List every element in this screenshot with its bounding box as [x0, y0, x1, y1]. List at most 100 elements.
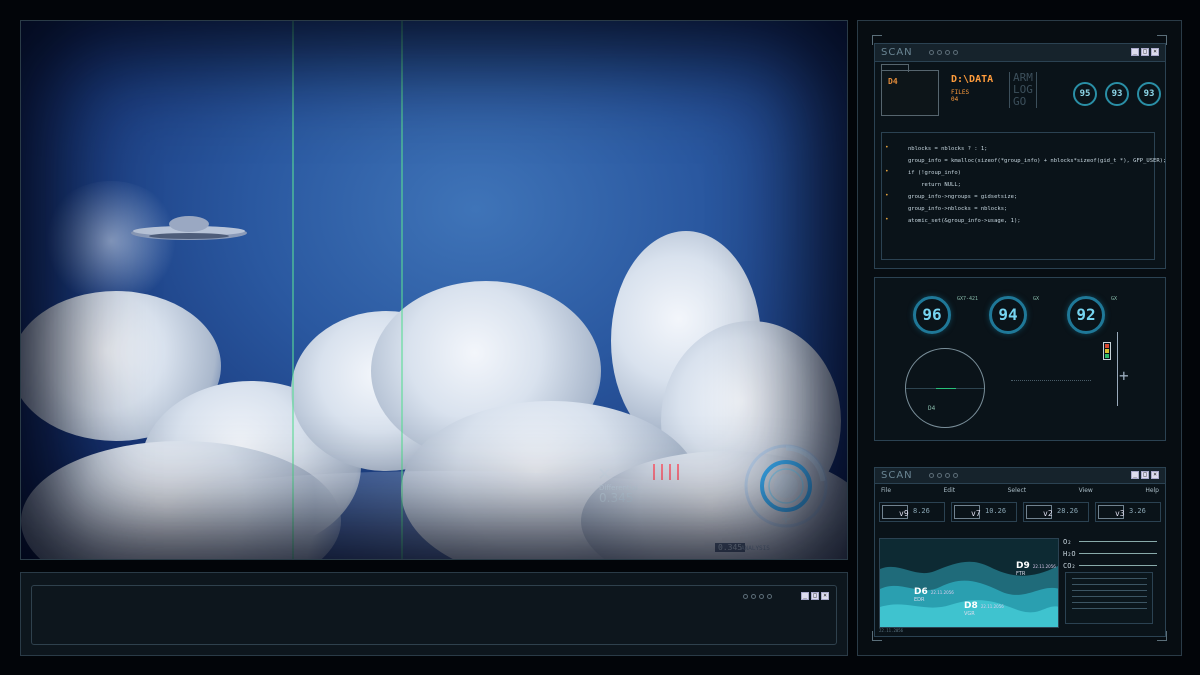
battery-icon — [1103, 342, 1111, 360]
tile-value: 28.26 — [1057, 507, 1079, 515]
close-icon[interactable]: × — [1151, 48, 1159, 56]
stack-item[interactable]: GO — [1013, 96, 1033, 108]
tile-id: v3 — [1115, 509, 1125, 518]
gutter-marker: • — [885, 192, 889, 199]
area-graph: D9 22.11.2056 FTR D6 22.11.2056 EDR D8 22.… — [879, 538, 1059, 628]
menu-help[interactable]: Help — [1145, 487, 1159, 494]
event-marker[interactable]: D6 22.11.2056 EDR — [914, 587, 954, 603]
gauge-label: GX7-421 — [957, 296, 979, 302]
gutter-marker: • — [885, 216, 889, 223]
window-controls: _ □ × — [1131, 471, 1159, 479]
scan-window-2: SCAN _ □ × File Edit Select View Help v9… — [874, 467, 1166, 637]
differential-value: 0.345 — [599, 491, 634, 505]
maximize-icon[interactable]: □ — [811, 592, 819, 600]
minimize-icon[interactable]: _ — [1131, 471, 1139, 479]
dotted-divider — [1011, 380, 1091, 381]
tile-value: 8.26 — [913, 507, 930, 515]
corner-bracket — [872, 35, 882, 45]
code-line: group_info->ngroups = gidsetsize; — [908, 194, 1018, 200]
maximize-icon[interactable]: □ — [1141, 471, 1149, 479]
gas-label: H₂O — [1063, 550, 1076, 558]
corner-bracket — [1157, 631, 1167, 641]
arm-log-go-stack: ARM LOG GO — [1009, 72, 1037, 108]
status-dots — [743, 594, 772, 599]
code-line: nblocks = nblocks ? : 1; — [908, 146, 988, 152]
gas-readout: CO₂ — [1063, 562, 1157, 570]
window-controls: _ □ × — [1131, 48, 1159, 56]
gutter-marker: • — [885, 144, 889, 151]
code-line: group_info->nblocks = nblocks; — [908, 206, 1008, 212]
right-sidebar: SCAN _ □ × D4 D:\DATA FILES 04 ARM LOG G… — [857, 20, 1182, 656]
files-label: FILES — [951, 89, 970, 96]
target-reticle-icon[interactable] — [743, 443, 829, 529]
minimize-icon[interactable]: _ — [801, 592, 809, 600]
scan-window: SCAN _ □ × D4 D:\DATA FILES 04 ARM LOG G… — [874, 43, 1166, 269]
maximize-icon[interactable]: □ — [1141, 48, 1149, 56]
corner-bracket — [1157, 35, 1167, 45]
tile-id: v2 — [1043, 509, 1053, 518]
reading-note: ANALYSIS — [741, 545, 770, 552]
minimize-icon[interactable]: _ — [1131, 48, 1139, 56]
gas-readout: H₂O — [1063, 550, 1157, 558]
gauge-ring: 92 — [1067, 296, 1105, 334]
close-icon[interactable]: × — [821, 592, 829, 600]
data-tile[interactable]: v9 8.26 — [879, 502, 945, 522]
code-line: return NULL; — [908, 182, 961, 188]
gas-label: CO₂ — [1063, 562, 1076, 570]
code-view: nblocks = nblocks ? : 1; group_info = kma… — [881, 132, 1167, 260]
status-dots — [929, 50, 958, 55]
drive-path: D:\DATA — [951, 74, 994, 85]
menu-select[interactable]: Select — [1008, 487, 1027, 494]
menu-view[interactable]: View — [1079, 487, 1093, 494]
menu-edit[interactable]: Edit — [944, 487, 956, 494]
scan2-titlebar: SCAN _ □ × — [875, 468, 1165, 484]
files-count: 04 — [951, 96, 959, 103]
camera-viewport: ✕ Differential 0.345 0.345 ANALYSIS — [20, 20, 848, 560]
gauge-ring: 96 — [913, 296, 951, 334]
tile-id: v7 — [971, 509, 981, 518]
data-tile[interactable]: v3 3.26 — [1095, 502, 1161, 522]
folder-label: D4 — [888, 77, 898, 86]
files-info: FILES 04 — [951, 89, 969, 103]
log-panel — [1065, 572, 1153, 624]
window-controls: _ □ × — [801, 592, 829, 600]
window-title: SCAN — [881, 470, 913, 481]
close-icon[interactable]: ✕ — [598, 463, 611, 485]
data-tile[interactable]: v7 10.26 — [951, 502, 1017, 522]
tile-value: 10.26 — [985, 507, 1007, 515]
ufo-icon — [131, 216, 247, 240]
slider-track[interactable] — [1117, 332, 1118, 406]
bottom-console: _ □ × — [20, 572, 848, 656]
crosshair-icon[interactable]: + — [1119, 366, 1129, 385]
code-line: atomic_set(&group_info->usage, 1); — [908, 218, 1021, 224]
event-marker[interactable]: D9 22.11.2056 FTR — [1016, 561, 1056, 577]
gauge-ring: 94 — [989, 296, 1027, 334]
status-dots — [929, 473, 958, 478]
scan-titlebar: SCAN _ □ × — [875, 44, 1165, 62]
gutter-marker: • — [885, 168, 889, 175]
scan-line — [401, 21, 403, 559]
radar-icon: D4 — [905, 348, 985, 428]
ring-gauge: 95 — [1073, 82, 1097, 106]
code-line: group_info = kmalloc(sizeof(*group_info)… — [908, 158, 1167, 164]
close-icon[interactable]: × — [1151, 471, 1159, 479]
data-tile[interactable]: v2 28.26 — [1023, 502, 1089, 522]
tile-id: v9 — [899, 509, 909, 518]
gas-label: O₂ — [1063, 538, 1072, 546]
console-frame — [31, 585, 837, 645]
menu-file[interactable]: File — [881, 487, 891, 494]
scan-line — [292, 21, 294, 559]
window-title: SCAN — [881, 47, 913, 58]
ring-gauge: 93 — [1137, 82, 1161, 106]
menu-bar: File Edit Select View Help — [881, 487, 1159, 494]
radar-label: D4 — [928, 405, 936, 412]
graph-footer: 22.11.2056 — [879, 628, 904, 633]
event-marker[interactable]: D8 22.11.2056 VGR — [964, 601, 1004, 617]
gauge-panel: 96 94 92 GX7-421 GX GX D4 + — [874, 277, 1166, 441]
corner-bracket — [872, 631, 882, 641]
gas-readout: O₂ — [1063, 538, 1157, 546]
folder-icon[interactable]: D4 — [881, 64, 939, 116]
code-line: if (!group_info) — [908, 170, 961, 176]
ring-gauge: 93 — [1105, 82, 1129, 106]
signal-bars-icon — [653, 464, 679, 480]
